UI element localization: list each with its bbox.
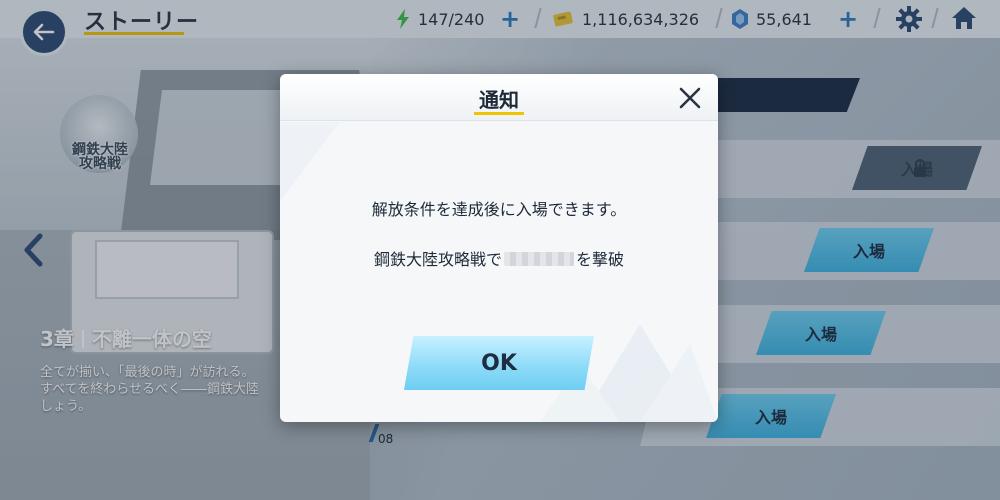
dialog-title: 通知 — [479, 88, 519, 112]
unlock-condition: 鋼鉄大陸攻略戦で を撃破 — [280, 246, 718, 270]
ok-button-label: OK — [481, 350, 517, 376]
ok-button[interactable]: OK — [404, 336, 594, 390]
unlock-condition-suffix: を撃破 — [576, 250, 625, 269]
notification-dialog: 通知 解放条件を達成後に入場できます。 鋼鉄大陸攻略戦で を撃破 OK — [280, 74, 718, 422]
dialog-message: 解放条件を達成後に入場できます。 — [371, 200, 627, 219]
unlock-condition-prefix: 鋼鉄大陸攻略戦で — [373, 250, 502, 269]
redacted-boss-name — [504, 252, 574, 266]
dialog-title-underline — [474, 112, 524, 115]
close-icon[interactable] — [678, 86, 702, 110]
